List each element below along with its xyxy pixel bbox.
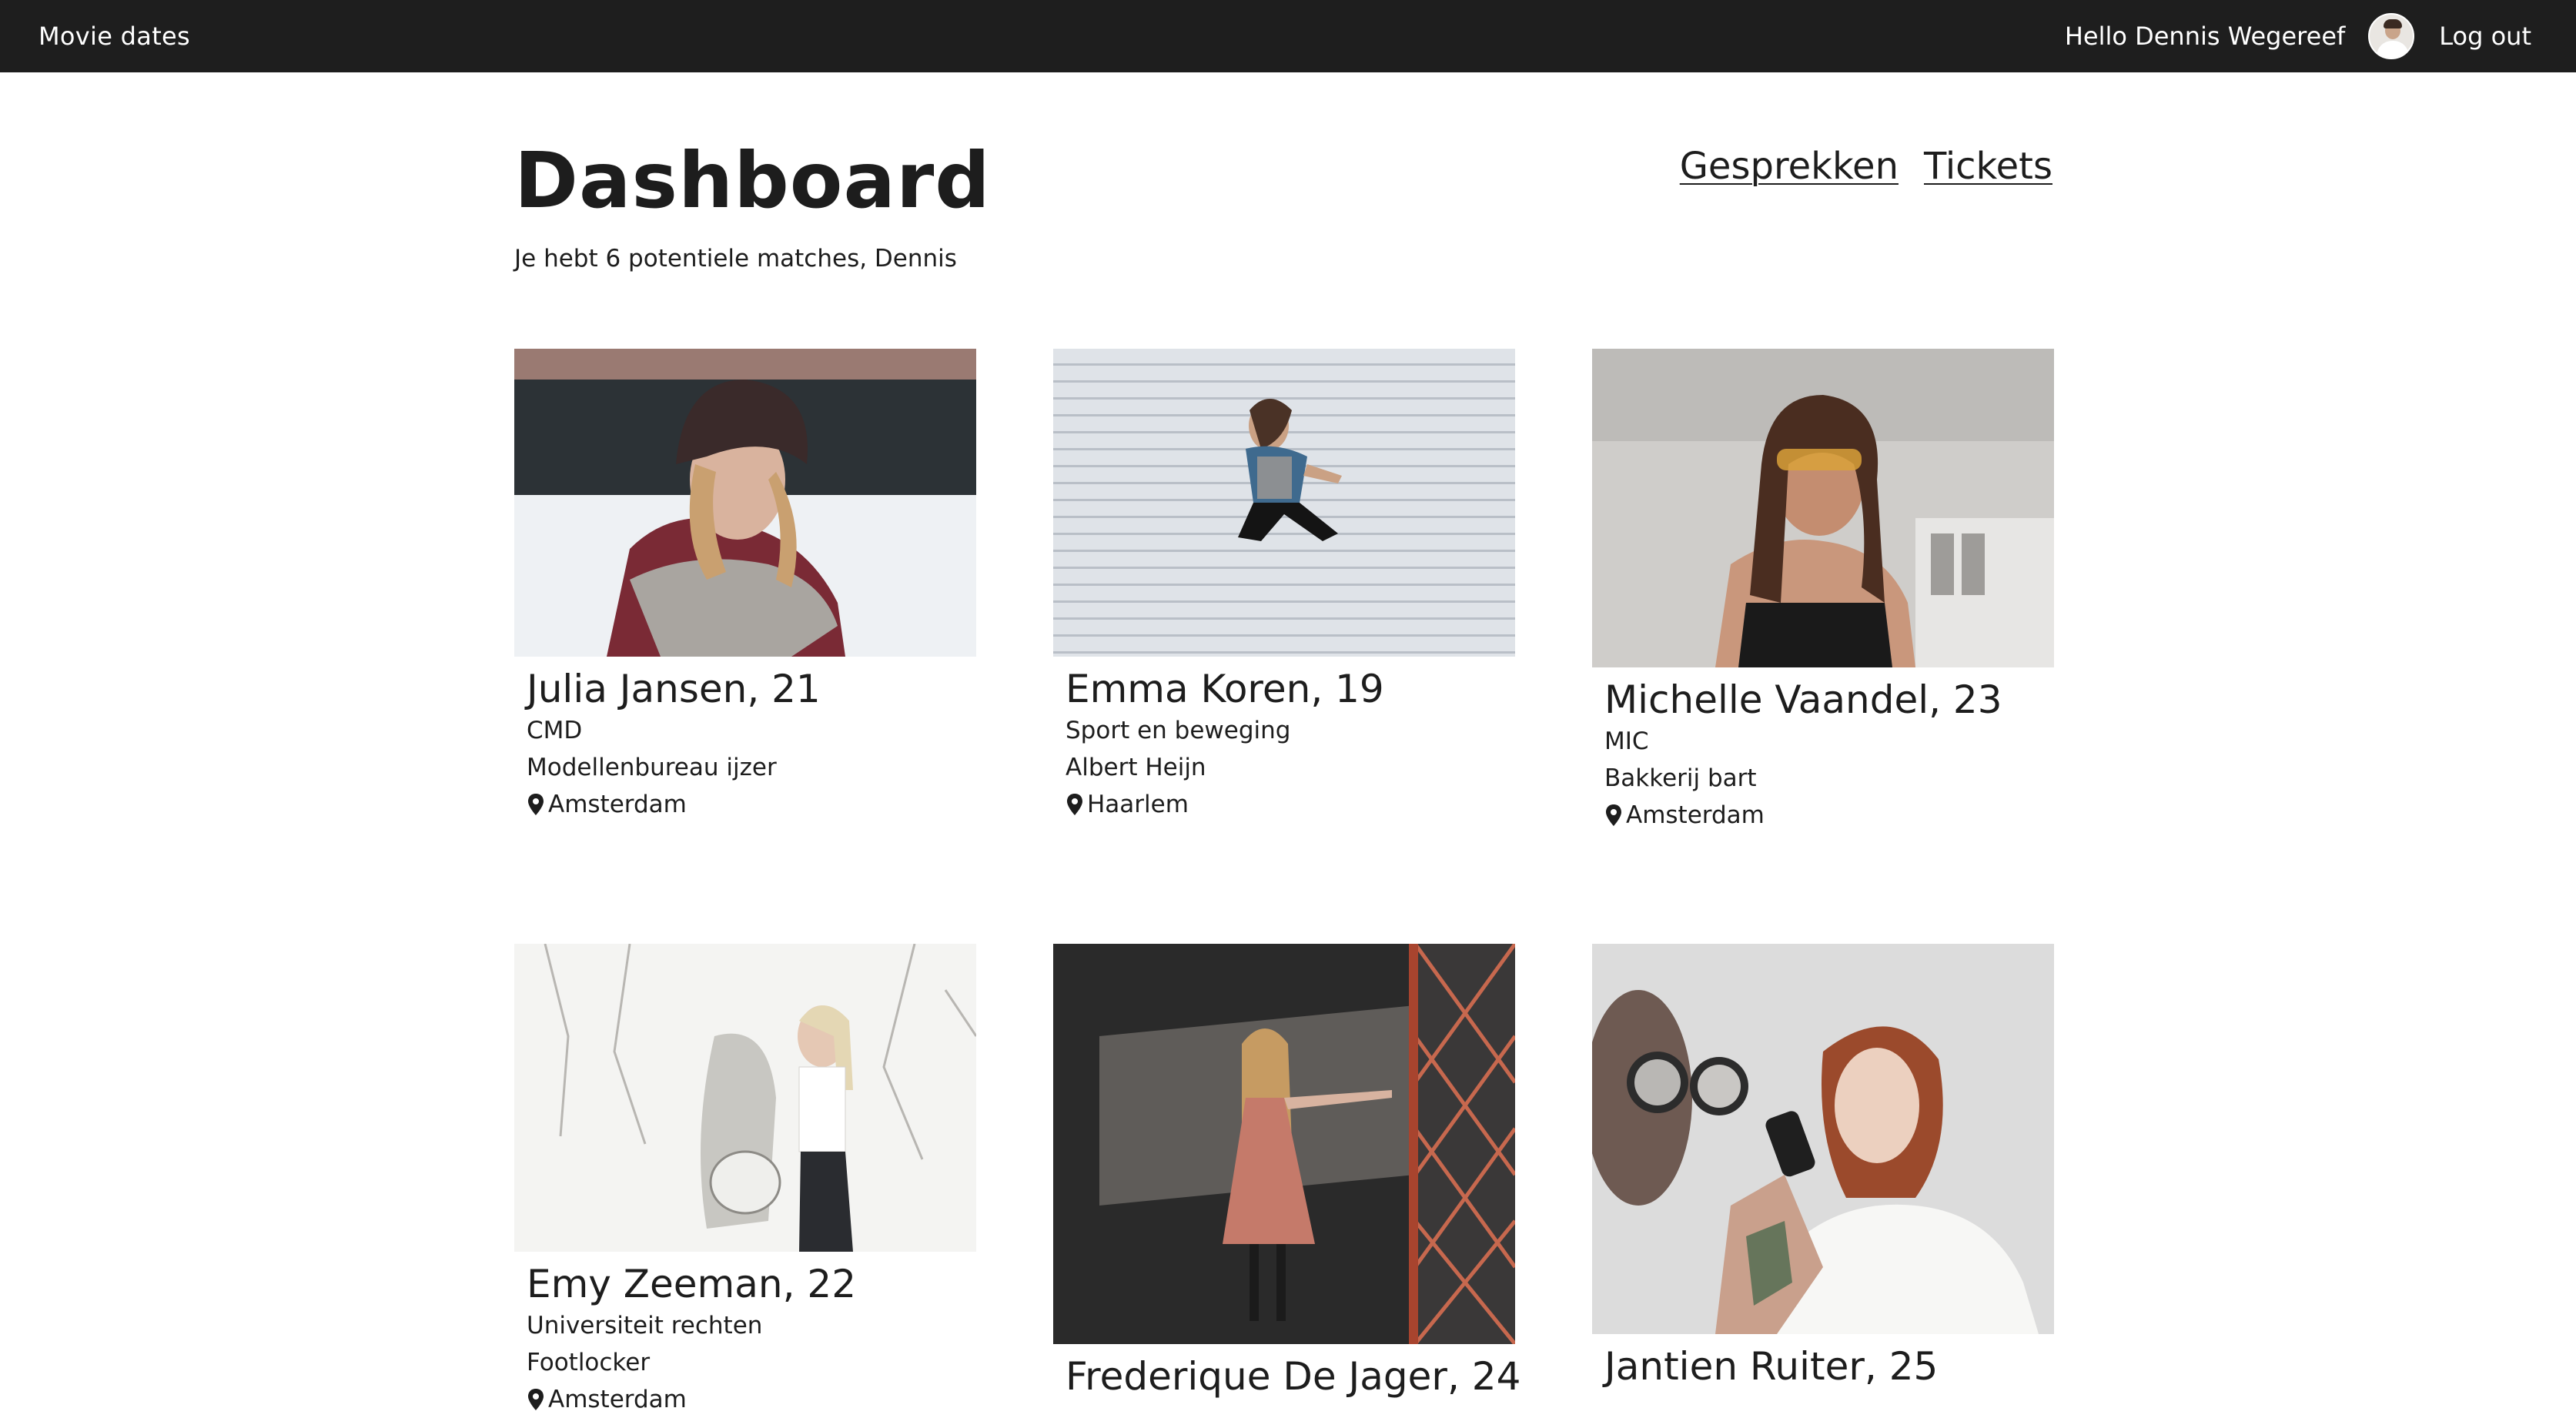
top-navbar: Movie dates Hello Dennis Wegereef Log ou… [0, 0, 2576, 72]
match-location: Amsterdam [1592, 797, 2054, 834]
match-card[interactable]: Frederique De Jager, 24 [1053, 944, 1521, 1400]
match-card[interactable]: Julia Jansen, 21 CMD Modellenbureau ijze… [514, 349, 976, 823]
profile-photo[interactable] [1053, 349, 1515, 657]
match-card[interactable]: Emma Koren, 19 Sport en beweging Albert … [1053, 349, 1515, 823]
match-work: Bakkerij bart [1604, 764, 1757, 792]
profile-photo[interactable] [1053, 944, 1515, 1344]
navbar-right: Hello Dennis Wegereef Log out [2065, 13, 2531, 59]
map-pin-icon [1067, 794, 1082, 815]
profile-photo-image [514, 944, 976, 1252]
profile-photo[interactable] [1592, 944, 2054, 1334]
match-city: Amsterdam [1626, 801, 1765, 829]
avatar-body-shape [2377, 41, 2410, 58]
matches-summary: Je hebt 6 potentiele matches, Dennis [514, 245, 957, 273]
logout-link[interactable]: Log out [2439, 22, 2531, 51]
user-avatar[interactable] [2368, 13, 2415, 59]
map-pin-icon [528, 794, 544, 815]
match-card[interactable]: Emy Zeeman, 22 Universiteit rechten Foot… [514, 944, 976, 1418]
match-card[interactable]: Michelle Vaandel, 23 MIC Bakkerij bart A… [1592, 349, 2054, 834]
user-greeting: Hello Dennis Wegereef [2064, 22, 2346, 51]
profile-photo[interactable] [1592, 349, 2054, 667]
match-name: Jantien Ruiter, 25 [1604, 1344, 1939, 1389]
map-pin-icon [528, 1389, 544, 1410]
match-city: Amsterdam [548, 1386, 687, 1413]
match-study: CMD [527, 717, 583, 744]
match-city: Amsterdam [548, 791, 687, 818]
match-name: Julia Jansen, 21 [527, 667, 821, 711]
profile-photo-image [514, 349, 976, 657]
profile-photo-image [1592, 944, 2054, 1334]
match-city: Haarlem [1087, 791, 1189, 818]
match-card[interactable]: Jantien Ruiter, 25 [1592, 944, 2054, 1390]
header-links: Gesprekken Tickets [1680, 145, 2052, 188]
profile-photo-image [1592, 349, 2054, 667]
match-location: Amsterdam [514, 786, 976, 823]
profile-photo[interactable] [514, 944, 976, 1252]
page-title: Dashboard [514, 135, 991, 226]
match-work: Footlocker [527, 1349, 651, 1376]
match-study: Sport en beweging [1066, 717, 1291, 744]
profile-photo-image [1053, 944, 1515, 1344]
profile-photo-image [1053, 349, 1515, 657]
brand-link[interactable]: Movie dates [38, 22, 190, 51]
match-work: Modellenbureau ijzer [527, 754, 777, 781]
tickets-link[interactable]: Tickets [1924, 145, 2052, 188]
match-name: Michelle Vaandel, 23 [1604, 677, 2002, 722]
avatar-hair-shape [2384, 19, 2403, 28]
match-study: Universiteit rechten [527, 1312, 763, 1339]
map-pin-icon [1606, 804, 1621, 826]
match-study: MIC [1604, 727, 1649, 755]
match-work: Albert Heijn [1066, 754, 1206, 781]
match-location: Amsterdam [514, 1381, 976, 1418]
match-name: Frederique De Jager, 24 [1066, 1354, 1521, 1399]
gesprekken-link[interactable]: Gesprekken [1680, 145, 1899, 188]
profile-photo[interactable] [514, 349, 976, 657]
match-name: Emy Zeeman, 22 [527, 1262, 857, 1306]
match-name: Emma Koren, 19 [1066, 667, 1384, 711]
match-location: Haarlem [1053, 786, 1515, 823]
